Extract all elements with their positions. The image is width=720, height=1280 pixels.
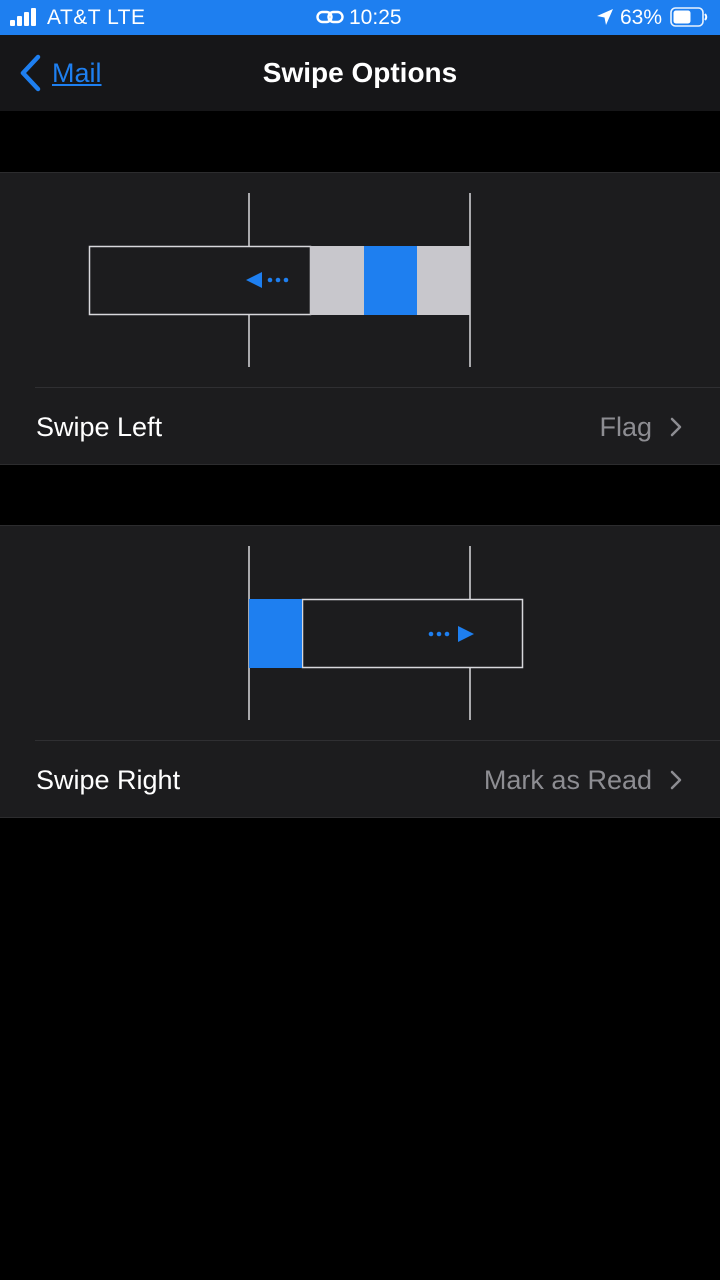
- chevron-right-icon: [670, 770, 682, 790]
- clock: 10:25: [349, 6, 402, 29]
- swipe-right-value: Mark as Read: [483, 765, 652, 795]
- battery-percent: 63%: [620, 6, 663, 29]
- swipe-left-row[interactable]: Swipe Left Flag: [0, 388, 720, 465]
- swipe-left-label: Swipe Left: [36, 412, 163, 442]
- more-action-block: [310, 246, 364, 315]
- battery-icon: [670, 7, 708, 27]
- mark-read-action-block: [249, 599, 302, 668]
- trash-action-block: [417, 246, 470, 315]
- swipe-right-label: Swipe Right: [36, 765, 181, 795]
- page-title: Swipe Options: [262, 57, 458, 88]
- swipe-left-section: Swipe Left Flag: [0, 172, 720, 465]
- status-bar: AT&T LTE 10:25 63%: [0, 0, 720, 35]
- swipe-right-row[interactable]: Swipe Right Mark as Read: [0, 741, 720, 818]
- navigation-bar: Mail Swipe Options: [0, 35, 720, 111]
- carrier-label: AT&T LTE: [47, 6, 146, 29]
- flag-action-block: [364, 246, 417, 315]
- swipe-right-section: Swipe Right Mark as Read: [0, 525, 720, 818]
- swipe-left-value: Flag: [599, 412, 652, 442]
- location-arrow-icon: [597, 9, 613, 25]
- link-icon: [316, 10, 344, 24]
- message-cell-outline: [301, 598, 524, 669]
- chevron-right-icon: [670, 417, 682, 437]
- swipe-left-diagram: [88, 193, 471, 367]
- swipe-right-diagram: [248, 546, 524, 720]
- cellular-signal-icon: [10, 8, 38, 26]
